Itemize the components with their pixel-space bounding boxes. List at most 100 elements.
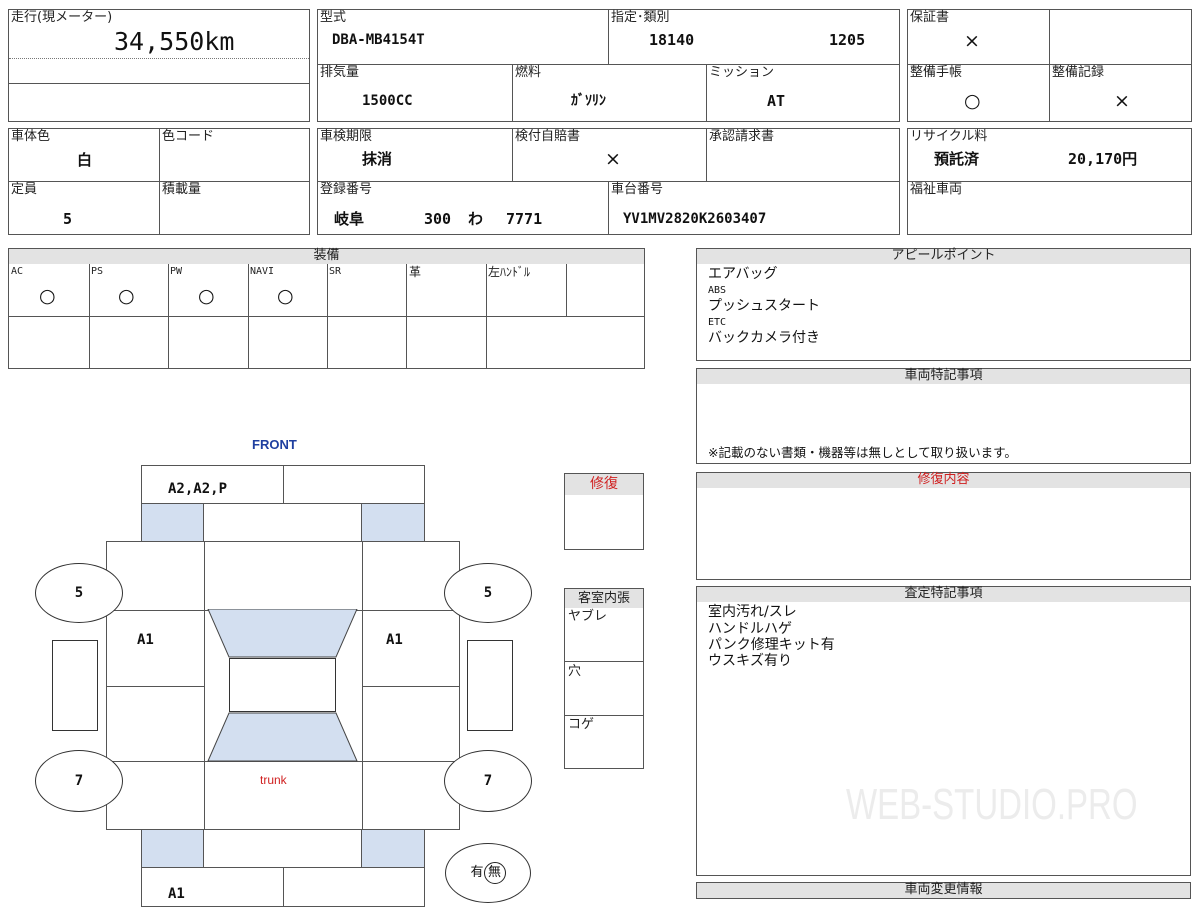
model-value: DBA-MB4154T [332,32,425,48]
mileage-label: 走行(現メーター) [11,10,113,25]
assessment-line-4: ウスキズ有り [708,653,792,669]
watermark: WEB-STUDIO.PRO [846,780,1138,829]
interior-burn-label: コゲ [568,717,595,732]
appeal-line-5: バックカメラ付き [708,330,820,346]
interior-hole-label: 穴 [568,664,582,679]
equipment-col-divider [89,264,90,368]
front-bumper: A2,A2,P [141,465,425,504]
registration-cell: 登録番号 岐阜 300 わ 7771 [317,181,609,235]
equipment-col-divider [406,264,407,368]
fuel-cell: 燃料 ｶﾞｿﾘﾝ [512,64,707,122]
door-right-marks: A1 [386,632,403,648]
registration-label: 登録番号 [320,182,373,197]
insurance-value: × [605,148,621,170]
model-cell: 型式 DBA-MB4154T [317,9,609,65]
repair-contents-panel [696,488,1191,580]
spare-yes: 有 [470,865,484,880]
body-h-divider [362,686,459,687]
transmission-value: AT [767,92,786,110]
front-bumper-marks: A2,A2,P [168,481,228,497]
appeal-line-1: エアバッグ [708,266,778,282]
appeal-line-3: プッシュスタート [708,298,820,314]
maintenance-book-label: 整備手帳 [910,65,963,80]
equipment-pw-mark: ○ [198,285,215,307]
designation-label: 指定･類別 [611,10,670,25]
appeal-panel: エアバッグ ABS プッシュスタート ETC バックカメラ付き [696,264,1191,361]
mileage-dotted-line [9,58,309,59]
welfare-label: 福祉車両 [910,182,963,197]
registration-kana: わ [468,210,484,228]
rear-bumper-divider [283,868,284,906]
interior-tear-label: ヤブレ [568,609,608,624]
appeal-header: アピールポイント [696,248,1191,265]
interior-header: 客室内張 [564,588,644,609]
rear-left-fender [141,829,204,868]
equipment-sr-label: SR [329,266,342,277]
chassis-value: YV1MV2820K2603407 [623,211,767,227]
front-bumper-divider [283,466,284,503]
interior-divider [565,715,643,716]
front-label: FRONT [252,437,297,452]
inspection-value: 抹消 [362,150,393,168]
assessment-header: 査定特記事項 [696,586,1191,603]
capacity-cell: 定員 5 [8,181,160,235]
repair-panel [564,495,644,550]
rear-deck [203,829,362,868]
mileage-cell: 走行(現メーター) 34,550km [8,9,310,122]
right-mirror [467,640,513,731]
registration-region: 岐阜 [334,210,365,228]
inspection-cell: 車検期限 抹消 [317,128,513,182]
maintenance-record-cell: 整備記録 × [1049,64,1192,122]
displacement-label: 排気量 [320,65,360,80]
approval-label: 承認請求書 [709,129,775,144]
designation-value-2: 1205 [829,31,866,49]
maintenance-record-label: 整備記録 [1052,65,1105,80]
windshield [207,609,358,658]
hood [203,503,362,542]
mileage-divider [9,83,309,84]
equipment-col-divider [327,264,328,368]
wheel-rear-left: 7 [35,750,123,812]
front-left-fender [141,503,204,542]
wheel-front-left-value: 5 [74,585,84,601]
rear-glass [207,712,358,762]
interior-panel: ヤブレ 穴 コゲ [564,608,644,769]
designation-cell: 指定･類別 18140 1205 [608,9,900,65]
repair-contents-header: 修復内容 [696,472,1191,489]
recycle-label: リサイクル料 [910,129,988,144]
wheel-front-right-value: 5 [483,585,493,601]
equipment-navi-label: NAVI [250,266,275,277]
capacity-value: 5 [63,210,73,228]
capacity-label: 定員 [11,182,38,197]
model-label: 型式 [320,10,347,25]
recycle-status: 預託済 [934,150,980,168]
approval-cell: 承認請求書 [706,128,900,182]
color-code-cell: 色コード [159,128,310,182]
assessment-panel: 室内汚れ/スレ ハンドルハゲ パンク修理キット有 ウスキズ有り [696,602,1191,876]
displacement-cell: 排気量 1500CC [317,64,513,122]
equipment-col-divider [248,264,249,368]
fuel-value: ｶﾞｿﾘﾝ [571,93,606,109]
assessment-line-3: パンク修理キット有 [708,637,835,653]
assessment-line-2: ハンドルハゲ [708,621,792,637]
repair-header: 修復 [564,473,644,496]
warranty-cell: 保証書 × [907,9,1050,65]
equipment-col-divider [168,264,169,368]
load-label: 積載量 [162,182,202,197]
rear-bumper: A1 [141,867,425,907]
fuel-label: 燃料 [515,65,542,80]
wheel-rear-left-value: 7 [74,773,84,789]
warranty-extra-cell [1049,9,1192,65]
wheel-rear-right: 7 [444,750,532,812]
color-value: 白 [77,151,93,169]
left-mirror [52,640,98,731]
wheel-front-right: 5 [444,563,532,623]
body-h-divider [107,686,205,687]
equipment-pw-label: PW [170,266,183,277]
front-right-fender [361,503,425,542]
maintenance-book-cell: 整備手帳 ○ [907,64,1050,122]
interior-divider [565,661,643,662]
registration-number: 7771 [506,210,543,228]
chassis-label: 車台番号 [611,182,664,197]
color-code-label: 色コード [162,129,215,144]
